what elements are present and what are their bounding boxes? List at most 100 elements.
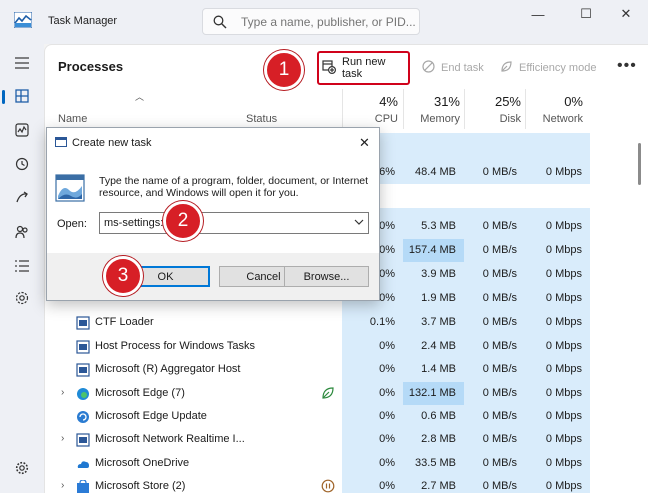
- end-task-label: End task: [441, 62, 484, 74]
- table-row[interactable]: Microsoft (R) Aggregator Host 0% 1.4 MB …: [45, 358, 633, 381]
- network-cell: 0 Mbps: [545, 316, 582, 328]
- open-label: Open:: [57, 218, 87, 230]
- memory-cell: 157.4 MB: [403, 239, 464, 262]
- dialog-close-icon[interactable]: ✕: [359, 135, 370, 151]
- minimize-icon: —: [531, 6, 545, 22]
- table-row[interactable]: Microsoft Edge Update 0% 0.6 MB 0 MB/s 0…: [45, 405, 633, 428]
- table-row[interactable]: Host Process for Windows Tasks 0% 2.4 MB…: [45, 335, 633, 358]
- process-name: Microsoft Store (2): [95, 480, 186, 492]
- onedrive-icon: [76, 457, 90, 471]
- task-manager-icon: [13, 11, 33, 29]
- chevron-right-icon[interactable]: ›: [61, 387, 64, 398]
- cpu-cell: 0%: [379, 363, 395, 375]
- table-row[interactable]: › Microsoft Store (2) 0% 2.7 MB 0 MB/s 0…: [45, 475, 633, 493]
- column-disk[interactable]: Disk: [464, 113, 521, 125]
- network-cell: 0 Mbps: [545, 363, 582, 375]
- nav-performance[interactable]: [6, 116, 38, 146]
- title-bar: Task Manager — ☐ ✕: [0, 0, 648, 44]
- edge-icon: [76, 387, 90, 401]
- column-cpu[interactable]: CPU: [342, 113, 398, 125]
- memory-cell: 2.8 MB: [421, 433, 456, 445]
- column-status[interactable]: Status: [246, 113, 277, 125]
- run-new-task-button[interactable]: Run new task: [317, 51, 410, 85]
- startup-icon: [15, 190, 29, 208]
- chevron-down-icon[interactable]: [354, 217, 364, 227]
- end-task-icon: [422, 60, 435, 76]
- chevron-right-icon[interactable]: ›: [61, 480, 64, 491]
- maximize-button[interactable]: ☐: [564, 0, 608, 28]
- sort-caret-icon: ︿: [135, 92, 145, 102]
- nav-processes[interactable]: [2, 82, 38, 112]
- vertical-scrollbar[interactable]: [638, 143, 641, 185]
- network-realtime-icon: [76, 433, 90, 447]
- column-name[interactable]: Name: [58, 113, 87, 125]
- table-row[interactable]: › Microsoft Network Realtime I... 0% 2.8…: [45, 428, 633, 451]
- disk-cell: 0 MB/s: [482, 480, 517, 492]
- history-icon: [15, 157, 29, 174]
- end-task-button[interactable]: End task: [422, 57, 484, 79]
- cpu-cell: 0%: [379, 410, 395, 422]
- nav-app-history[interactable]: [6, 150, 38, 180]
- chevron-right-icon[interactable]: ›: [61, 433, 64, 444]
- run-dialog-icon: [55, 137, 67, 147]
- table-row[interactable]: › Microsoft Edge (7) 0% 132.1 MB 0 MB/s …: [45, 382, 633, 405]
- memory-cell: 5.3 MB: [421, 220, 456, 232]
- process-name: Microsoft OneDrive: [95, 457, 190, 469]
- table-row[interactable]: CTF Loader 0.1% 3.7 MB 0 MB/s 0 Mbps: [45, 311, 633, 334]
- hamburger-menu-button[interactable]: [6, 49, 38, 79]
- processes-icon: [15, 88, 29, 106]
- network-cell: 0 Mbps: [545, 410, 582, 422]
- nav-services[interactable]: [6, 284, 38, 314]
- memory-cell: 3.9 MB: [421, 268, 456, 280]
- run-program-icon: [55, 174, 85, 202]
- cpu-cell: 0%: [379, 457, 395, 469]
- process-name: Host Process for Windows Tasks: [95, 340, 255, 352]
- disk-cell: 0 MB/s: [482, 244, 517, 256]
- open-combobox[interactable]: [99, 212, 369, 234]
- network-cell: 0 Mbps: [545, 433, 582, 445]
- nav-startup-apps[interactable]: [6, 184, 38, 214]
- memory-cell: 33.5 MB: [415, 457, 456, 469]
- nav-details[interactable]: [6, 252, 38, 282]
- close-button[interactable]: ✕: [604, 0, 648, 28]
- services-icon: [15, 291, 29, 308]
- nav-settings[interactable]: [6, 454, 38, 484]
- dialog-title-bar: Create new task ✕: [47, 128, 379, 156]
- more-options-button[interactable]: •••: [617, 57, 637, 75]
- disk-cell: 0 MB/s: [482, 410, 517, 422]
- network-percent: 0%: [564, 94, 583, 109]
- disk-cell: 0 MB/s: [482, 268, 517, 280]
- close-icon: ✕: [620, 6, 632, 21]
- run-new-task-icon: [322, 59, 337, 77]
- column-memory[interactable]: Memory: [403, 113, 460, 125]
- process-name: Microsoft Edge Update: [95, 410, 207, 422]
- table-row[interactable]: Microsoft OneDrive 0% 33.5 MB 0 MB/s 0 M…: [45, 452, 633, 475]
- aggregator-host-icon: [76, 363, 90, 377]
- network-cell: 0 Mbps: [545, 166, 582, 178]
- minimize-button[interactable]: —: [516, 0, 560, 28]
- cpu-cell: 0%: [379, 387, 395, 399]
- column-network[interactable]: Network: [525, 113, 583, 125]
- efficiency-leaf-icon: [321, 386, 335, 400]
- maximize-icon: ☐: [580, 6, 592, 21]
- paused-icon: [321, 479, 335, 493]
- edge-update-icon: [76, 410, 90, 424]
- network-cell: 0 Mbps: [545, 220, 582, 232]
- open-input[interactable]: [104, 215, 344, 231]
- search-box[interactable]: [202, 8, 420, 35]
- memory-cell: 1.9 MB: [421, 292, 456, 304]
- browse-button[interactable]: Browse...: [284, 266, 369, 287]
- dialog-footer: OK Cancel Browse...: [47, 253, 379, 300]
- search-input[interactable]: [241, 13, 417, 31]
- network-cell: 0 Mbps: [545, 268, 582, 280]
- search-icon: [213, 15, 227, 29]
- disk-cell: 0 MB/s: [482, 292, 517, 304]
- memory-cell: 48.4 MB: [415, 166, 456, 178]
- performance-icon: [15, 122, 29, 140]
- step-callout-2: 2: [163, 201, 203, 241]
- network-cell: 0 Mbps: [545, 244, 582, 256]
- memory-cell: 132.1 MB: [403, 382, 464, 405]
- disk-cell: 0 MB/s: [482, 457, 517, 469]
- nav-users[interactable]: [6, 218, 38, 248]
- efficiency-mode-button[interactable]: Efficiency mode: [500, 57, 596, 79]
